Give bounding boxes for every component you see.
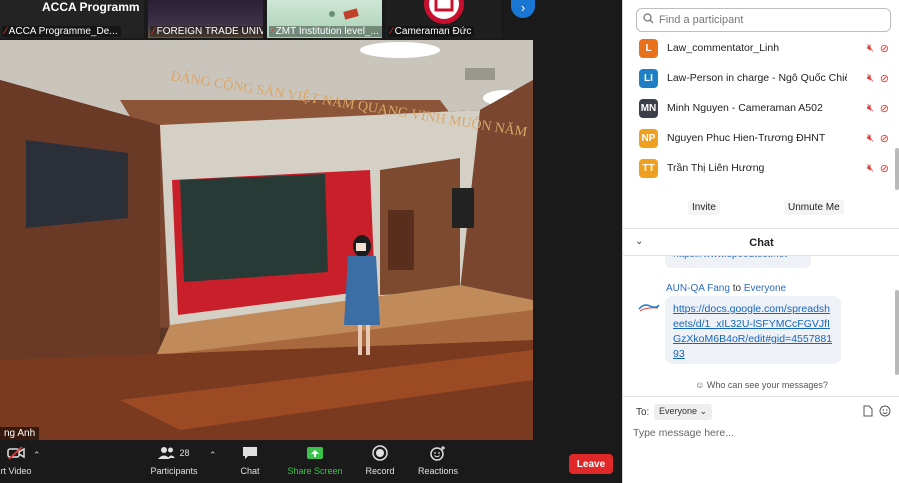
people-icon: ☺︎ bbox=[695, 380, 705, 390]
message-sender-line: AUN-QA Fang to Everyone bbox=[666, 283, 786, 294]
participant-thumbnail[interactable]: ∕FOREIGN TRADE UNIVE... bbox=[148, 0, 265, 38]
start-video-button[interactable]: rt Video bbox=[0, 440, 44, 483]
unmute-me-button[interactable]: Unmute Me bbox=[784, 200, 844, 215]
sender-name: AUN-QA Fang bbox=[666, 283, 730, 294]
participant-avatar: NP bbox=[639, 128, 658, 148]
emoji-icon[interactable] bbox=[879, 405, 891, 420]
participant-row[interactable]: TT Trần Thị Liên Hương 🔇︎ ⊘ bbox=[639, 157, 889, 179]
chat-label: Chat bbox=[240, 466, 260, 476]
message-input[interactable] bbox=[633, 424, 888, 442]
chat-bubble-icon bbox=[242, 440, 258, 466]
side-panel: L Law_commentator_Linh 🔇︎ ⊘ LI Law-Person… bbox=[622, 0, 899, 483]
scroll-thumbnails-right-button[interactable]: › bbox=[511, 0, 535, 18]
thumbnail-name: ∕ Cameraman Đức bbox=[388, 26, 475, 37]
participant-name: Minh Nguyen - Cameraman A502 bbox=[667, 102, 823, 114]
thumbnail-strip: ACCA Programm ∕ ACCA Programme_De... ∕ FOR… bbox=[0, 0, 622, 40]
reactions-button[interactable]: Reactions bbox=[414, 440, 462, 483]
message-link[interactable]: https://docs.google.com/spreadsheets/d/1… bbox=[665, 296, 841, 364]
thumbnail-name: ∕ ACCA Programme_De... bbox=[2, 26, 121, 37]
mic-muted-icon: ∕ bbox=[272, 26, 274, 37]
mic-muted-icon: ∕ bbox=[391, 26, 393, 37]
thumbnail-video-content bbox=[329, 8, 359, 20]
share-screen-label: Share Screen bbox=[287, 466, 343, 476]
video-off-icon bbox=[7, 440, 25, 466]
video-options-caret[interactable]: ⌃ bbox=[33, 450, 41, 461]
participants-count: 28 bbox=[179, 448, 190, 458]
record-icon bbox=[372, 440, 388, 466]
mic-muted-icon[interactable]: 🔇︎ bbox=[867, 162, 874, 175]
record-label: Record bbox=[365, 466, 395, 476]
to-word: to bbox=[732, 283, 742, 294]
participant-search-input[interactable] bbox=[659, 14, 879, 26]
participants-button[interactable]: 28 Participants bbox=[148, 440, 200, 483]
mic-muted-icon: ∕ bbox=[153, 26, 155, 37]
mic-muted-icon[interactable]: 🔇︎ bbox=[867, 102, 874, 115]
participant-avatar: MN bbox=[639, 98, 658, 118]
empty-video-space bbox=[533, 40, 622, 440]
participants-label: Participants bbox=[150, 466, 198, 476]
meeting-area: ACCA Programm ∕ ACCA Programme_De... ∕ FOR… bbox=[0, 0, 622, 483]
mic-muted-icon[interactable]: 🔇︎ bbox=[867, 72, 874, 85]
meeting-toolbar: rt Video ⌃ 28 Participants ⌃ Chat Share … bbox=[0, 440, 622, 483]
participant-row[interactable]: LI Law-Person in charge - Ngô Quốc Chiến… bbox=[639, 67, 889, 89]
participant-row[interactable]: NP Nguyen Phuc Hien-Trương ĐHNT 🔇︎ ⊘ bbox=[639, 127, 889, 149]
university-logo bbox=[424, 0, 464, 24]
search-icon bbox=[643, 13, 654, 27]
recipient-name: Everyone bbox=[743, 283, 787, 294]
mic-muted-icon[interactable]: 🔇︎ bbox=[867, 42, 874, 55]
file-icon[interactable] bbox=[863, 405, 873, 420]
participants-options-caret[interactable]: ⌃ bbox=[209, 450, 217, 461]
sender-avatar-logo bbox=[638, 302, 660, 314]
active-speaker-label: ng Anh bbox=[0, 427, 40, 440]
chat-scrollbar[interactable] bbox=[895, 290, 899, 375]
video-off-icon[interactable]: ⊘ bbox=[880, 162, 889, 175]
participant-avatar: LI bbox=[639, 68, 658, 88]
chat-composer: To: Everyone ⌄ bbox=[623, 396, 899, 483]
participant-thumbnail[interactable]: ACCA Programm ∕ ACCA Programme_De... bbox=[0, 0, 146, 38]
chat-header: ⌄ Chat bbox=[623, 228, 899, 256]
participant-thumbnail[interactable]: ∕ Cameraman Đức bbox=[386, 0, 503, 38]
thumbnail-name: ∕ ZMT Institution level_... bbox=[269, 26, 382, 37]
participant-name: Nguyen Phuc Hien-Trương ĐHNT bbox=[667, 132, 826, 144]
video-off-icon[interactable]: ⊘ bbox=[880, 72, 889, 85]
participant-avatar: L bbox=[639, 38, 658, 58]
participant-name: Trần Thị Liên Hương bbox=[667, 162, 765, 174]
chat-button[interactable]: Chat bbox=[230, 440, 270, 483]
participant-name: Law_commentator_Linh bbox=[667, 42, 780, 54]
participants-icon: 28 bbox=[158, 440, 190, 466]
video-off-icon[interactable]: ⊘ bbox=[880, 42, 889, 55]
chat-title: Chat bbox=[749, 237, 774, 249]
participant-row[interactable]: L Law_commentator_Linh 🔇︎ ⊘ bbox=[639, 37, 889, 59]
previous-message-bubble[interactable]: https://www.speedtest.net bbox=[665, 256, 811, 268]
mic-muted-icon: ∕ bbox=[5, 26, 7, 37]
mic-muted-icon[interactable]: 🔇︎ bbox=[867, 132, 874, 145]
participant-search-box[interactable] bbox=[636, 8, 891, 32]
participant-name: Law-Person in charge - Ngô Quốc Chiến bbox=[667, 72, 847, 84]
video-off-icon[interactable]: ⊘ bbox=[880, 132, 889, 145]
main-video[interactable]: ĐẢNG CỘNG SẢN VIỆT NAM QUANG VINH MUÔN N… bbox=[0, 40, 533, 440]
thumbnail-name: ∕FOREIGN TRADE UNIVE... bbox=[150, 26, 263, 37]
auditorium-scene: ĐẢNG CỘNG SẢN VIỆT NAM QUANG VINH MUÔN N… bbox=[0, 40, 533, 440]
participant-row[interactable]: MN Minh Nguyen - Cameraman A502 🔇︎ ⊘ bbox=[639, 97, 889, 119]
reactions-label: Reactions bbox=[417, 466, 459, 476]
to-label: To: bbox=[636, 407, 650, 418]
participants-scrollbar[interactable] bbox=[895, 148, 899, 190]
leave-button[interactable]: Leave bbox=[569, 454, 613, 474]
video-off-icon[interactable]: ⊘ bbox=[880, 102, 889, 115]
chat-messages: https://www.speedtest.net AUN-QA Fang to… bbox=[623, 256, 899, 378]
share-screen-icon bbox=[306, 440, 324, 466]
smiley-plus-icon bbox=[429, 440, 447, 466]
start-video-label: rt Video bbox=[0, 466, 32, 476]
invite-button[interactable]: Invite bbox=[688, 200, 720, 215]
who-can-see-messages-link[interactable]: ☺︎ Who can see your messages? bbox=[623, 380, 899, 390]
record-button[interactable]: Record bbox=[358, 440, 402, 483]
thumbnail-title: ACCA Programm bbox=[42, 0, 140, 14]
participant-thumbnail[interactable]: ∕ ZMT Institution level_... bbox=[267, 0, 384, 38]
share-screen-button[interactable]: Share Screen bbox=[284, 440, 346, 483]
recipient-dropdown[interactable]: Everyone ⌄ bbox=[654, 404, 713, 420]
participant-avatar: TT bbox=[639, 158, 658, 178]
chevron-down-icon: ⌄ bbox=[699, 406, 708, 416]
